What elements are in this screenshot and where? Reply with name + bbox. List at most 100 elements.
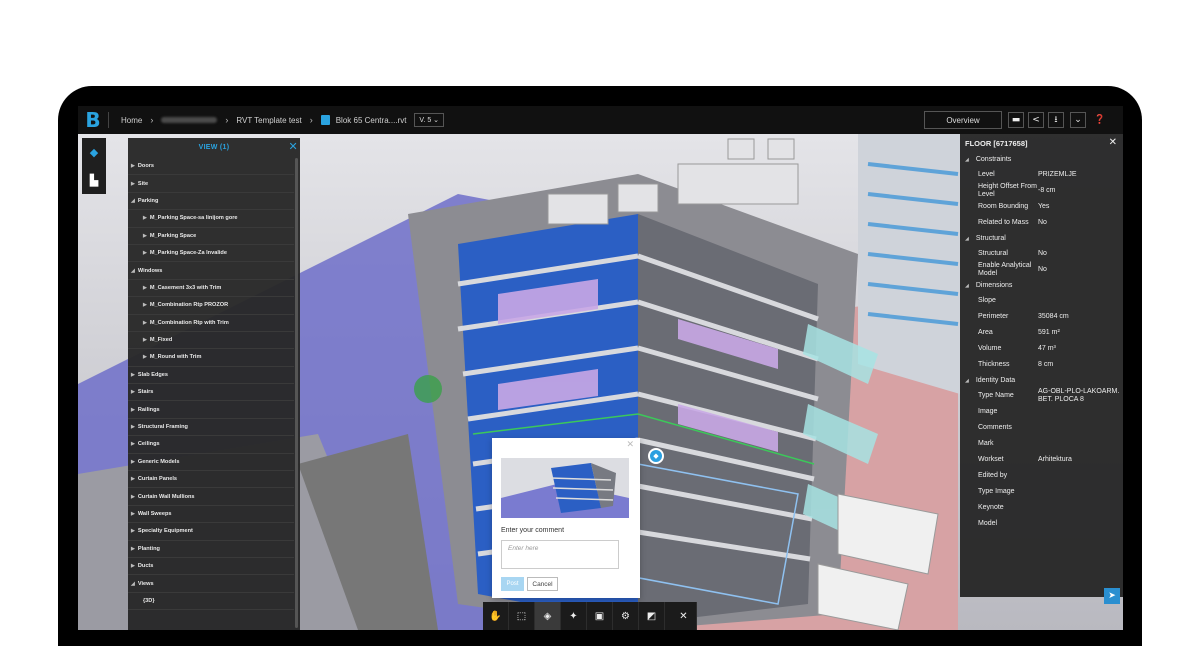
tree-category[interactable]: ▶ Ducts <box>128 558 294 576</box>
version-select[interactable]: V. 5 ⌄ <box>414 113 445 127</box>
caret-right-icon[interactable]: ▶ <box>131 441 135 447</box>
caret-right-icon[interactable]: ▶ <box>131 389 135 395</box>
top-bar: B Home › › RVT Template test › Blok 65 C… <box>78 106 1123 134</box>
caret-right-icon[interactable]: ▶ <box>131 181 135 187</box>
tree-category[interactable]: ▶ Ceilings <box>128 436 294 454</box>
close-icon[interactable]: ✕ <box>288 140 298 153</box>
tree-category[interactable]: ▶ Site <box>128 175 294 193</box>
caret-down-icon[interactable]: ◢ <box>965 157 969 163</box>
tree-item[interactable]: ▶ M_Parking Space-Za Invalide <box>128 245 294 263</box>
caret-down-icon[interactable]: ◢ <box>131 581 135 587</box>
viewer-toolbar: ✋ ⬚ ◈ ✦ ▣ ⚙ ◩ ✕ <box>483 602 697 630</box>
caret-right-icon[interactable]: ▶ <box>131 511 135 517</box>
tree-category[interactable]: ◢ Parking <box>128 193 294 211</box>
cancel-button[interactable]: Cancel <box>527 577 558 591</box>
tree-item[interactable]: ▶ M_Casement 3x3 with Trim <box>128 280 294 298</box>
property-section-label: Constraints <box>975 156 1012 163</box>
tree-category[interactable]: ▶ Doors <box>128 158 294 176</box>
help-icon[interactable]: ❓ <box>1092 112 1108 128</box>
close-icon[interactable]: ✕ <box>626 440 634 450</box>
caret-right-icon[interactable]: ▶ <box>131 476 135 482</box>
tree-item[interactable]: ▶ M_Round with Trim <box>128 349 294 367</box>
caret-right-icon[interactable]: ▶ <box>131 372 135 378</box>
tree-category[interactable]: ◢ Views <box>128 575 294 593</box>
breadcrumb-folder-redacted[interactable] <box>161 117 218 123</box>
caret-down-icon[interactable]: ◢ <box>965 283 969 289</box>
tree-category[interactable]: ▶ Curtain Panels <box>128 471 294 489</box>
caret-right-icon[interactable]: ▶ <box>143 354 147 360</box>
property-section[interactable]: ◢ Structural <box>960 231 1123 246</box>
caret-right-icon[interactable]: ▶ <box>131 407 135 413</box>
property-section[interactable]: ◢ Constraints <box>960 152 1123 167</box>
comment-pin-icon[interactable]: ◆ <box>648 448 664 464</box>
property-label: Keynote <box>978 504 1004 511</box>
breadcrumb-project[interactable]: RVT Template test <box>236 116 301 125</box>
tree-category[interactable]: ▶ Structural Framing <box>128 419 294 437</box>
property-label: Edited by <box>978 472 1008 479</box>
caret-right-icon[interactable]: ▶ <box>143 320 147 326</box>
caret-right-icon[interactable]: ▶ <box>143 337 147 343</box>
tree-category[interactable]: ▶ Stairs <box>128 384 294 402</box>
settings-icon[interactable]: ⚙ <box>613 602 639 630</box>
tree-item[interactable]: ▶ M_Fixed <box>128 332 294 350</box>
tree-item[interactable]: ▶ M_Combination Rtp with Trim <box>128 315 294 332</box>
caret-down-icon[interactable]: ◢ <box>965 236 969 242</box>
caret-right-icon[interactable]: ▶ <box>131 494 135 500</box>
view-cube-icon[interactable]: ◈ <box>535 602 561 630</box>
breadcrumb-file[interactable]: Blok 65 Centra....rvt <box>336 116 407 125</box>
caret-right-icon[interactable]: ▶ <box>131 546 135 552</box>
caret-right-icon[interactable]: ▶ <box>131 163 135 169</box>
share-icon[interactable]: < <box>1028 112 1044 128</box>
property-label: Thickness <box>978 361 1010 368</box>
caret-down-icon[interactable]: ◢ <box>965 378 969 384</box>
chevron-down-icon[interactable]: ⌄ <box>1070 112 1086 128</box>
post-button[interactable]: Post <box>501 577 524 591</box>
tree-category[interactable]: ▶ Planting <box>128 541 294 558</box>
caret-right-icon[interactable]: ▶ <box>143 285 147 291</box>
comment-input[interactable]: Enter here <box>501 540 619 569</box>
explode-icon[interactable]: ✦ <box>561 602 587 630</box>
tree-label: Parking <box>137 197 159 204</box>
document-icon[interactable]: ▙ <box>82 166 106 194</box>
caret-right-icon[interactable]: ▶ <box>131 528 135 534</box>
properties-toggle-icon[interactable]: ➤ <box>1104 588 1120 604</box>
zoom-window-icon[interactable]: ⬚ <box>509 602 535 630</box>
caret-down-icon[interactable]: ◢ <box>131 198 135 204</box>
fullscreen-icon[interactable]: ◩ <box>639 602 665 630</box>
scrollbar[interactable] <box>295 158 298 628</box>
property-row: Enable Analytical Model No <box>960 262 1123 278</box>
caret-right-icon[interactable]: ▶ <box>143 302 147 308</box>
tree-category[interactable]: ▶ Wall Sweeps <box>128 506 294 524</box>
caret-right-icon[interactable]: ▶ <box>131 424 135 430</box>
caret-down-icon[interactable]: ◢ <box>131 268 135 274</box>
property-section[interactable]: ◢ Identity Data <box>960 373 1123 388</box>
tree-category[interactable]: ▶ Specialty Equipment <box>128 523 294 541</box>
comment-icon[interactable]: ▬ <box>1008 112 1024 128</box>
tree-category[interactable]: ▶ Railings <box>128 401 294 419</box>
tree-category[interactable]: ▶ Curtain Wall Mullions <box>128 488 294 506</box>
caret-right-icon[interactable]: ▶ <box>143 250 147 256</box>
tree-item[interactable]: ▶ M_Parking Space-sa linijom gore <box>128 210 294 228</box>
caret-right-icon[interactable]: ▶ <box>131 563 135 569</box>
caret-right-icon[interactable]: ▶ <box>131 459 135 465</box>
breadcrumb-home[interactable]: Home <box>121 116 142 125</box>
property-section[interactable]: ◢ Dimensions <box>960 278 1123 293</box>
app-logo[interactable]: B <box>78 106 108 134</box>
model-tree-icon[interactable]: ◆ <box>82 138 106 166</box>
property-value: PRIZEMLJE <box>1038 171 1077 178</box>
close-icon[interactable]: ✕ <box>1109 137 1117 148</box>
download-icon[interactable]: ⭳ <box>1048 112 1064 128</box>
tree-item[interactable]: ▶ M_Parking Space <box>128 228 294 245</box>
tree-item[interactable]: {3D} <box>128 593 294 611</box>
property-row: Related to Mass No <box>960 215 1123 231</box>
save-view-icon[interactable]: ▣ <box>587 602 613 630</box>
tree-category[interactable]: ◢ Windows <box>128 262 294 280</box>
overview-button[interactable]: Overview <box>924 111 1002 129</box>
pan-icon[interactable]: ✋ <box>483 602 509 630</box>
tree-category[interactable]: ▶ Slab Edges <box>128 367 294 385</box>
caret-right-icon[interactable]: ▶ <box>143 233 147 239</box>
tree-category[interactable]: ▶ Generic Models <box>128 454 294 472</box>
tree-item[interactable]: ▶ M_Combination Rtp PROZOR <box>128 297 294 315</box>
close-icon[interactable]: ✕ <box>671 602 697 630</box>
caret-right-icon[interactable]: ▶ <box>143 215 147 221</box>
